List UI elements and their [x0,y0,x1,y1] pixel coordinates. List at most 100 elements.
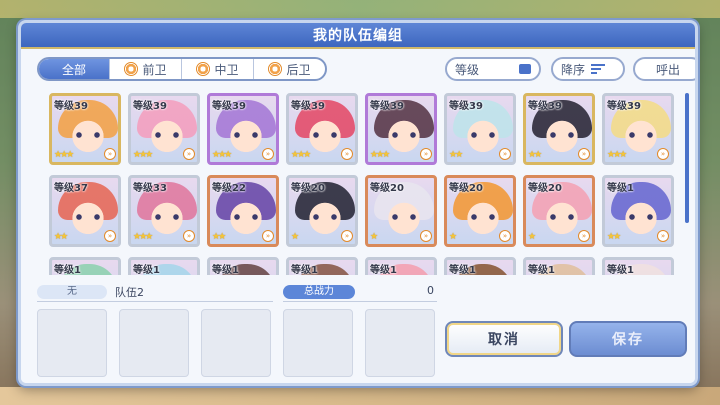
character-eyes [155,214,179,220]
grid-scrollbar[interactable] [685,93,689,223]
star-rating-icon: ★★ [212,232,226,242]
tab-back[interactable]: 后卫 [253,59,325,79]
character-card[interactable]: 等级1 ★★ » [602,175,674,247]
position-arrow-icon: » [341,148,353,160]
character-eyes [392,132,416,138]
back-position-icon [268,62,283,76]
character-level: 等级20 [370,183,404,194]
team-slot-4[interactable] [283,309,353,377]
dialog-title: 我的队伍编组 [21,23,695,49]
sort-type-icon [519,64,531,74]
character-card[interactable]: 等级20 ★ » [523,175,595,247]
position-arrow-icon: » [499,148,511,160]
star-rating-icon: ★ [449,232,457,242]
character-card[interactable]: 等级22 ★★ » [207,175,279,247]
character-card[interactable]: 等级1★» [523,257,595,275]
position-arrow-icon: » [183,148,195,160]
sort-by-level-button[interactable]: 等级 [445,57,541,81]
save-button[interactable]: 保存 [569,321,687,357]
character-level: 等级20 [449,183,483,194]
character-eyes [313,132,337,138]
character-card[interactable]: 等级1★» [49,257,121,275]
character-level: 等级1 [449,265,476,275]
front-position-icon [124,62,139,76]
position-arrow-icon: » [262,230,274,242]
character-card[interactable]: 等级1★» [207,257,279,275]
tab-all-label: 全部 [61,62,86,77]
character-eyes [471,214,495,220]
tab-middle-label: 中卫 [214,62,239,77]
character-eyes [234,132,258,138]
character-card[interactable]: 等级39 ★★★ » [602,93,674,165]
character-level: 等级39 [528,101,562,112]
character-card[interactable]: 等级1★» [444,257,516,275]
character-eyes [76,132,100,138]
position-arrow-icon: » [420,148,432,160]
character-card[interactable]: 等级39 ★★ » [444,93,516,165]
character-level: 等级39 [133,101,167,112]
summon-button[interactable]: 呼出 [633,57,695,81]
character-level: 等级39 [291,101,325,112]
character-card[interactable]: 等级37 ★★ » [49,175,121,247]
character-card[interactable]: 等级39 ★★★ » [207,93,279,165]
cancel-button[interactable]: 取消 [445,321,563,357]
team-slot-1[interactable] [37,309,107,377]
character-level: 等级20 [528,183,562,194]
team-name[interactable]: 队伍2 [115,284,144,300]
sort-order-button[interactable]: 降序 [551,57,625,81]
tab-all[interactable]: 全部 [39,59,109,79]
character-card[interactable]: 等级1★» [128,257,200,275]
character-level: 等级39 [212,101,246,112]
character-level: 等级37 [54,183,88,194]
character-grid: 等级39 ★★★» 等级39 ★★★» 等级39 ★★★» 等级39 ★★★» 等级39 ★★★»… [31,89,689,275]
team-slot-label: 无 [37,285,107,299]
character-card[interactable]: 等级20 ★ » [286,175,358,247]
character-card[interactable]: 等级39 ★★★ » [365,93,437,165]
tab-middle[interactable]: 中卫 [181,59,253,79]
character-level: 等级1 [607,183,634,194]
character-eyes [392,214,416,220]
character-card[interactable]: 等级1★» [365,257,437,275]
team-edit-dialog: 我的队伍编组 全部 前卫 中卫 后卫 等级 降序 呼出 等级39 ★★★ » 等… [18,20,698,386]
background-top [0,0,720,18]
position-arrow-icon: » [499,230,511,242]
character-level: 等级39 [607,101,641,112]
character-level: 等级39 [449,101,483,112]
character-card[interactable]: 等级39 ★★ » [523,93,595,165]
character-card[interactable]: 等级1★» [602,257,674,275]
tab-front-label: 前卫 [142,62,167,77]
total-power-value: 0 [427,284,434,297]
star-rating-icon: ★★★ [212,150,232,160]
star-rating-icon: ★★ [607,232,621,242]
character-level: 等级39 [54,101,88,112]
character-card[interactable]: 等级33 ★★★ » [128,175,200,247]
character-card[interactable]: 等级20 ★ » [365,175,437,247]
position-arrow-icon: » [657,230,669,242]
character-level: 等级1 [607,265,634,275]
character-level: 等级1 [528,265,555,275]
position-arrow-icon: » [341,230,353,242]
star-rating-icon: ★★★ [370,150,390,160]
character-card[interactable]: 等级1★» [286,257,358,275]
character-eyes [550,214,574,220]
character-card[interactable]: 等级39 ★★★ » [49,93,121,165]
position-arrow-icon: » [104,148,116,160]
summon-label: 呼出 [655,62,680,77]
background-bottom [0,387,720,405]
power-divider [283,301,437,302]
character-eyes [313,214,337,220]
team-slot-5[interactable] [365,309,435,377]
character-card[interactable]: 等级39 ★★★ » [286,93,358,165]
team-slot-2[interactable] [119,309,189,377]
tab-front[interactable]: 前卫 [109,59,181,79]
team-slot-3[interactable] [201,309,271,377]
position-arrow-icon: » [262,148,274,160]
character-eyes [629,132,653,138]
star-rating-icon: ★ [291,232,299,242]
character-card[interactable]: 等级39 ★★★ » [128,93,200,165]
character-card[interactable]: 等级20 ★ » [444,175,516,247]
total-power-label: 总战力 [283,285,355,299]
character-eyes [550,132,574,138]
star-rating-icon: ★★★ [607,150,627,160]
team-panel: 无 队伍2 总战力 0 取消 保存 [21,279,695,383]
